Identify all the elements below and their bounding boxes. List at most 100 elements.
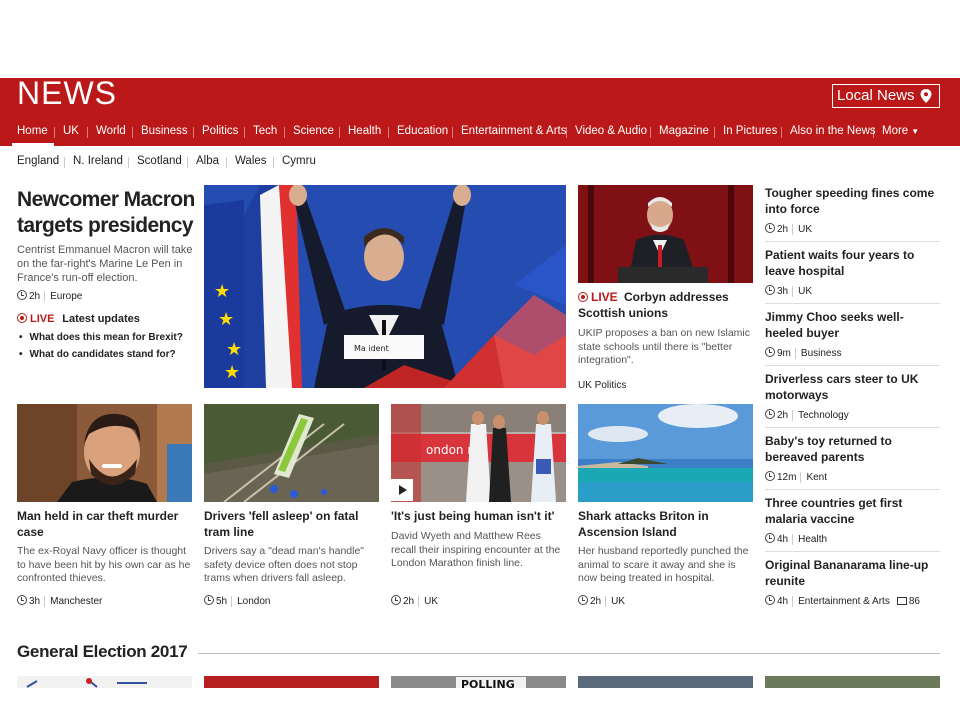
story-2-headline[interactable]: Drivers 'fell asleep' on fatal tram line <box>204 509 379 540</box>
clock-icon <box>17 290 27 300</box>
story-3-section[interactable]: UK <box>418 596 439 607</box>
rc-headline[interactable]: Original Bananarama line-up reunite <box>765 558 940 589</box>
section-heading[interactable]: General Election 2017 <box>17 642 188 662</box>
rc-story-7: Original Bananarama line-up reunite <box>765 558 940 589</box>
corbyn-section[interactable]: UK Politics <box>578 380 626 391</box>
rc-headline[interactable]: Tougher speeding fines come into force <box>765 186 940 217</box>
lead-section[interactable]: Europe <box>44 291 83 302</box>
rc-section[interactable]: Business <box>794 348 842 359</box>
nav-politics[interactable]: Politics <box>192 125 238 138</box>
subnav-alba[interactable]: Alba <box>186 155 219 168</box>
story-1-image[interactable] <box>17 404 192 502</box>
rc-time: 12m <box>777 472 797 483</box>
comment-count[interactable]: 86 <box>909 596 920 607</box>
clock-icon <box>765 595 775 605</box>
subnav-england[interactable]: England <box>17 155 59 167</box>
nav-education[interactable]: Education <box>387 125 448 138</box>
rc-meta-1: 2h UK <box>765 223 813 235</box>
section-divider <box>198 653 940 654</box>
story-1-summary: The ex-Royal Navy officer is thought to … <box>17 545 191 584</box>
lead-live-link[interactable]: LIVE Latest updates <box>17 313 140 325</box>
news-logo[interactable]: NEWS <box>17 76 117 110</box>
lead-image[interactable]: ★ ★ ★ ★ Ma ident <box>204 185 566 388</box>
rc-section[interactable]: UK <box>792 286 813 297</box>
story-3-time: 2h <box>403 596 415 607</box>
live-label: LIVE <box>30 313 55 325</box>
rc-time: 2h <box>777 410 789 421</box>
story-2-meta: 5h London <box>204 595 271 607</box>
local-news-label: Local News <box>837 87 915 104</box>
nav-magazine[interactable]: Magazine <box>650 125 709 138</box>
clock-icon <box>765 223 775 233</box>
corbyn-headline[interactable]: LIVE Corbyn addresses Scottish unions <box>578 290 753 321</box>
live-label: LIVE <box>591 290 618 304</box>
nav-tech[interactable]: Tech <box>243 125 277 138</box>
lead-summary: Centrist Emmanuel Macron will take on th… <box>17 244 193 284</box>
lead-bullet-2[interactable]: What do candidates stand for? <box>19 349 176 360</box>
local-news-button[interactable]: Local News <box>832 84 940 108</box>
nav-in-pictures[interactable]: In Pictures <box>713 125 777 138</box>
clock-icon <box>391 595 401 605</box>
peek-image-3[interactable]: POLLING <box>391 676 566 688</box>
comment-icon <box>896 597 907 605</box>
location-pin-icon <box>920 89 932 103</box>
subnav-wales[interactable]: Wales <box>226 155 267 168</box>
nav-world[interactable]: World <box>87 125 126 138</box>
subnav-cymru[interactable]: Cymru <box>273 155 316 168</box>
story-1-headline[interactable]: Man held in car theft murder case <box>17 509 192 540</box>
peek-image-4[interactable] <box>578 676 753 688</box>
story-4-summary: Her husband reportedly punched the anima… <box>578 545 749 584</box>
lead-bullet-1[interactable]: What does this mean for Brexit? <box>19 332 183 343</box>
story-1-meta: 3h Manchester <box>17 595 103 607</box>
story-2-section[interactable]: London <box>231 596 271 607</box>
rc-headline[interactable]: Driverless cars steer to UK motorways <box>765 372 940 403</box>
nav-more[interactable]: More ▼ <box>872 125 919 138</box>
rc-section[interactable]: Technology <box>792 410 849 421</box>
clock-icon <box>17 595 27 605</box>
clock-icon <box>765 347 775 357</box>
clock-icon <box>204 595 214 605</box>
peek-image-2[interactable] <box>204 676 379 688</box>
story-4-section[interactable]: UK <box>605 596 626 607</box>
ascension-island-photo <box>578 404 753 502</box>
nav-entertainment-arts[interactable]: Entertainment & Arts <box>451 125 566 138</box>
rc-meta-6: 4h Health <box>765 533 828 545</box>
rc-section[interactable]: Entertainment & Arts <box>792 596 890 607</box>
story-3-image[interactable]: ondon ma <box>391 404 566 502</box>
lead-headline[interactable]: Newcomer Macron targets presidency <box>17 187 199 239</box>
clock-icon <box>765 285 775 295</box>
subnav-scotland[interactable]: Scotland <box>128 155 182 168</box>
story-3-headline[interactable]: 'It's just being human isn't it' <box>391 509 566 525</box>
rc-section[interactable]: Kent <box>800 472 828 483</box>
nav-uk[interactable]: UK <box>54 125 79 138</box>
corbyn-image[interactable] <box>578 185 753 283</box>
nav-also-in-the-news[interactable]: Also in the News <box>781 125 876 138</box>
rc-headline[interactable]: Three countries get first malaria vaccin… <box>765 496 940 527</box>
story-3-summary: David Wyeth and Matthew Rees recall thei… <box>391 530 561 569</box>
peek-image-5[interactable] <box>765 676 940 688</box>
story-4-image[interactable] <box>578 404 753 502</box>
rc-headline[interactable]: Patient waits four years to leave hospit… <box>765 248 940 279</box>
nav-science[interactable]: Science <box>284 125 334 138</box>
rc-headline[interactable]: Jimmy Choo seeks well-heeled buyer <box>765 310 940 341</box>
rc-story-2: Patient waits four years to leave hospit… <box>765 248 940 279</box>
corbyn-summary: UKIP proposes a ban on new Islamic state… <box>578 327 750 366</box>
rc-section[interactable]: UK <box>792 224 813 235</box>
rc-headline[interactable]: Baby's toy returned to bereaved parents <box>765 434 940 465</box>
svg-text:★: ★ <box>224 362 240 383</box>
subnav-n-ireland[interactable]: N. Ireland <box>64 155 123 168</box>
nav-health[interactable]: Health <box>338 125 381 138</box>
nav-video-audio[interactable]: Video & Audio <box>565 125 647 138</box>
play-video-icon[interactable] <box>391 479 413 501</box>
story-4-headline[interactable]: Shark attacks Briton in Ascension Island <box>578 509 753 540</box>
story-2-image[interactable] <box>204 404 379 502</box>
nav-home[interactable]: Home <box>17 125 48 137</box>
story-1-section[interactable]: Manchester <box>44 596 103 607</box>
nav-active-indicator <box>12 143 54 146</box>
lead-time: 2h <box>29 291 41 302</box>
peek-image-1[interactable] <box>17 676 192 688</box>
nav-more-label: More <box>882 125 909 137</box>
rc-section[interactable]: Health <box>792 534 828 545</box>
peek-photo-1 <box>26 678 147 688</box>
nav-business[interactable]: Business <box>132 125 188 138</box>
